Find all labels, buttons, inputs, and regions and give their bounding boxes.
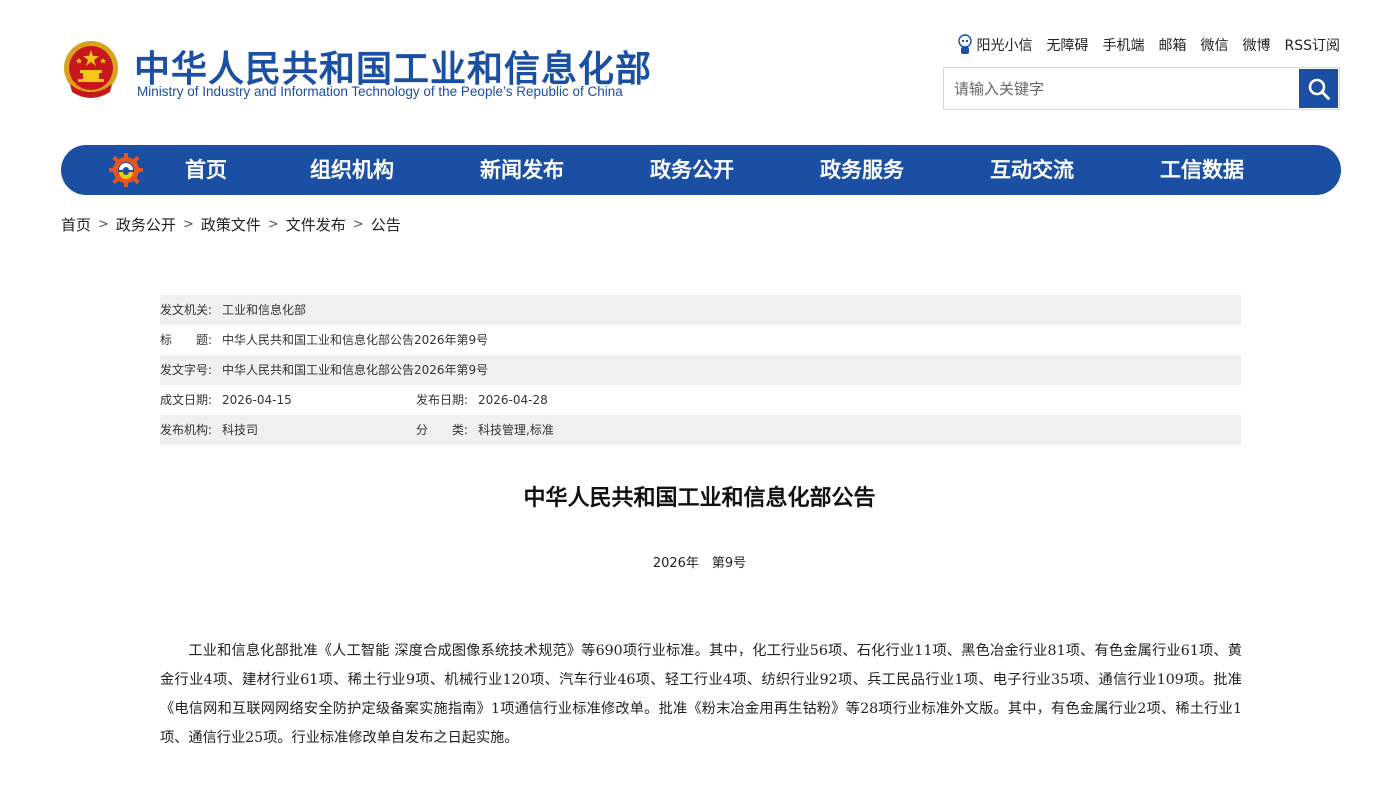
breadcrumb-separator: > [267, 217, 279, 232]
nav-news[interactable]: 新闻发布 [480, 145, 564, 195]
created-value: 2026-04-15 [222, 393, 292, 407]
mailbox-link[interactable]: 邮箱 [1158, 35, 1186, 55]
nav-home[interactable]: 首页 [185, 145, 227, 195]
wechat-link[interactable]: 微信 [1200, 35, 1228, 55]
mobile-link[interactable]: 手机端 [1102, 35, 1144, 55]
nav-government-affairs[interactable]: 政务公开 [650, 145, 734, 195]
search-button[interactable] [1299, 69, 1338, 108]
breadcrumb-government-affairs[interactable]: 政务公开 [116, 214, 176, 235]
document-meta-table: 发文机关: 工业和信息化部 标 题: 中华人民共和国工业和信息化部公告2026年… [160, 295, 1241, 445]
breadcrumb-separator: > [98, 217, 109, 232]
breadcrumb-separator: > [182, 217, 194, 232]
rss-link[interactable]: RSS订阅 [1284, 35, 1340, 55]
meta-row-issuer: 发文机关: 工业和信息化部 [160, 295, 1241, 325]
nav-government-services[interactable]: 政务服务 [820, 145, 904, 195]
docno-label: 发文字号: [160, 363, 213, 377]
breadcrumb-announcement[interactable]: 公告 [371, 214, 401, 235]
top-links: 阳光小信 无障碍 手机端 邮箱 微信 微博 RSS订阅 [957, 34, 1340, 56]
ministry-logo-icon[interactable] [109, 153, 143, 187]
search-box [943, 67, 1340, 110]
article-title: 中华人民共和国工业和信息化部公告 [523, 486, 876, 511]
search-icon [1308, 78, 1330, 100]
nav-data[interactable]: 工信数据 [1160, 145, 1244, 195]
breadcrumb-document-release[interactable]: 文件发布 [286, 214, 346, 235]
article-body: 工业和信息化部批准《人工智能 深度合成图像系统技术规范》等690项行业标准。其中… [160, 643, 1242, 746]
published-value: 2026-04-28 [478, 393, 548, 407]
published-label: 发布日期: [416, 393, 469, 407]
nav-organization[interactable]: 组织机构 [310, 145, 394, 195]
main-nav: 首页 组织机构 新闻发布 政务公开 政务服务 互动交流 工信数据 [61, 145, 1341, 195]
issuer-value: 工业和信息化部 [222, 303, 307, 317]
category-label: 分 类: [416, 423, 469, 437]
search-input[interactable] [944, 68, 1299, 109]
agency-value: 科技司 [222, 423, 259, 437]
agency-label: 发布机构: [160, 423, 213, 437]
breadcrumb: 首页 > 政务公开 > 政策文件 > 文件发布 > 公告 [61, 214, 401, 235]
issuer-label: 发文机关: [160, 303, 213, 317]
sunshine-assistant-link[interactable]: 阳光小信 [957, 34, 1032, 56]
meta-row-title: 标 题: 中华人民共和国工业和信息化部公告2026年第9号 [160, 325, 1241, 355]
meta-row-dates: 成文日期: 2026-04-15 发布日期: 2026-04-28 [160, 385, 1241, 415]
title-label: 标 题: [160, 333, 213, 347]
robot-icon [958, 34, 973, 54]
breadcrumb-policy-documents[interactable]: 政策文件 [201, 214, 261, 235]
meta-row-docno: 发文字号: 中华人民共和国工业和信息化部公告2026年第9号 [160, 355, 1241, 385]
weibo-link[interactable]: 微博 [1242, 35, 1270, 55]
meta-row-agency: 发布机构: 科技司 分 类: 科技管理,标准 [160, 415, 1241, 445]
created-label: 成文日期: [160, 393, 213, 407]
breadcrumb-separator: > [352, 217, 364, 232]
breadcrumb-home[interactable]: 首页 [61, 214, 91, 235]
site-subtitle[interactable]: Ministry of Industry and Information Tec… [137, 84, 623, 99]
nav-interaction[interactable]: 互动交流 [990, 145, 1074, 195]
category-value: 科技管理,标准 [478, 423, 554, 437]
site-header: 中华人民共和国工业和信息化部 Ministry of Industry and … [0, 0, 1399, 140]
announcement-number: 2026年 第9号 [652, 556, 747, 571]
title-value: 中华人民共和国工业和信息化部公告2026年第9号 [222, 333, 489, 347]
national-emblem-icon[interactable] [60, 38, 122, 104]
docno-value: 中华人民共和国工业和信息化部公告2026年第9号 [222, 363, 489, 377]
sunshine-label: 阳光小信 [976, 38, 1033, 54]
accessibility-link[interactable]: 无障碍 [1046, 35, 1088, 55]
